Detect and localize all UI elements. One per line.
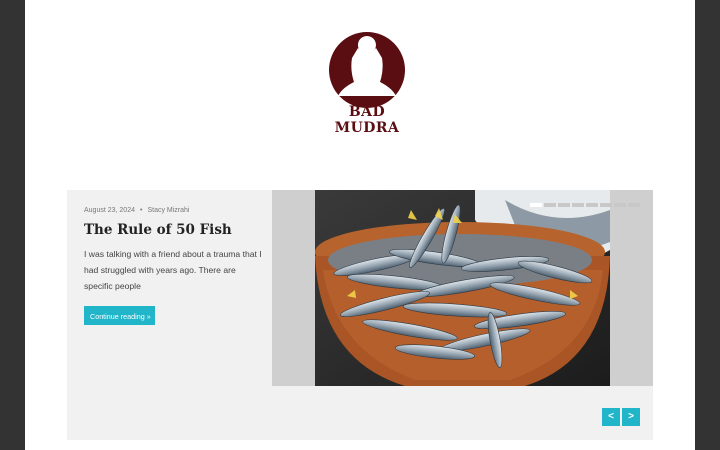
slide-post: August 23, 2024 • Stacy Mizrahi The Rule o… xyxy=(84,207,264,325)
post-date[interactable]: August 23, 2024 xyxy=(84,207,135,214)
post-author[interactable]: Stacy Mizrahi xyxy=(147,207,189,214)
meta-separator: • xyxy=(140,207,143,214)
slide-dot[interactable] xyxy=(530,203,542,207)
post-excerpt: I was talking with a friend about a trau… xyxy=(84,249,262,291)
next-slide-button[interactable]: > xyxy=(622,408,640,426)
mudra-logo-icon xyxy=(329,32,405,108)
prev-slide-button[interactable]: < xyxy=(602,408,620,426)
slide-dot[interactable] xyxy=(628,203,640,207)
site-logo[interactable]: BAD MUDRA xyxy=(322,30,412,136)
slide-dot[interactable] xyxy=(558,203,570,207)
slide-dot[interactable] xyxy=(572,203,584,207)
slide-image-area xyxy=(272,190,653,386)
fish-bowl-image[interactable] xyxy=(315,190,610,386)
post-meta: August 23, 2024 • Stacy Mizrahi xyxy=(84,207,264,214)
continue-reading-button[interactable]: Continue reading » xyxy=(84,306,155,325)
slide-indicators xyxy=(530,203,640,207)
post-title[interactable]: The Rule of 50 Fish xyxy=(84,222,264,238)
slide-dot[interactable] xyxy=(614,203,626,207)
slide-dot[interactable] xyxy=(586,203,598,207)
slide-dot[interactable] xyxy=(600,203,612,207)
logo-text: BAD MUDRA xyxy=(334,104,400,136)
page: BAD MUDRA August 23, 2024 • Stacy Mizrahi … xyxy=(25,0,695,450)
slide-dot[interactable] xyxy=(544,203,556,207)
featured-slider: August 23, 2024 • Stacy Mizrahi The Rule o… xyxy=(67,190,653,440)
